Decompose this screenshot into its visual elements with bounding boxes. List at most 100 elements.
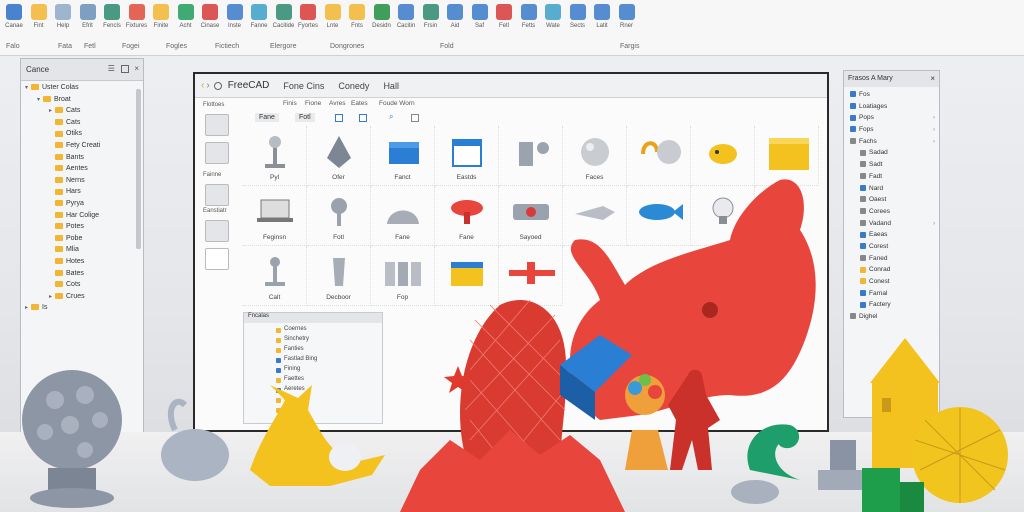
- property-row[interactable]: Aeretes: [244, 386, 382, 396]
- ribbon-button-3[interactable]: Efrit: [76, 4, 100, 36]
- ribbon-button-20[interactable]: Fetl: [492, 4, 516, 36]
- chevron-right-icon[interactable]: ›: [933, 221, 935, 227]
- right-panel-item[interactable]: Fachs ›: [844, 138, 939, 150]
- right-panel-item[interactable]: Fadt: [844, 173, 939, 185]
- property-row[interactable]: Fes: [244, 406, 382, 416]
- property-row[interactable]: Fastlad Bing: [244, 356, 382, 366]
- tree-item[interactable]: Bants: [21, 154, 143, 166]
- ribbon-button-10[interactable]: Fanne: [247, 4, 271, 36]
- ribbon-button-12[interactable]: Fyortes: [296, 4, 320, 36]
- ribbon-button-11[interactable]: Cacitide: [272, 4, 296, 36]
- chevron-right-icon[interactable]: ›: [933, 127, 935, 133]
- property-row[interactable]: Sinchetry: [244, 336, 382, 346]
- tree-item[interactable]: Otiks: [21, 130, 143, 142]
- property-row[interactable]: Fes: [244, 396, 382, 406]
- tree-item[interactable]: Fety Creati: [21, 142, 143, 154]
- toolbar-item-3[interactable]: Eates: [351, 100, 368, 107]
- right-panel-item[interactable]: Corees: [844, 208, 939, 220]
- right-panel-item[interactable]: Nard: [844, 185, 939, 197]
- toolbar-item-4[interactable]: Foude Worn: [379, 100, 415, 107]
- right-panel-item[interactable]: Loatiages: [844, 103, 939, 115]
- tab-1[interactable]: Fotl: [295, 113, 315, 122]
- right-panel-item[interactable]: Vadand ›: [844, 220, 939, 232]
- ribbon-button-19[interactable]: Saf: [468, 4, 492, 36]
- tab-icon-0[interactable]: [335, 114, 343, 122]
- tree-item[interactable]: Mlia: [21, 246, 143, 258]
- part-tile[interactable]: Pyl: [243, 126, 307, 186]
- tree-item[interactable]: ▾ Uster Colas: [21, 84, 143, 96]
- tree-item[interactable]: Aentes: [21, 165, 143, 177]
- tree-item[interactable]: ▸ Cats: [21, 107, 143, 119]
- right-panel-item[interactable]: Oaest: [844, 196, 939, 208]
- toolbar-item-0[interactable]: Finis: [283, 100, 297, 107]
- ribbon-button-16[interactable]: Cacitin: [394, 4, 418, 36]
- close-icon[interactable]: ×: [930, 74, 935, 83]
- tree-item[interactable]: Pobe: [21, 235, 143, 247]
- ribbon-button-18[interactable]: Aid: [443, 4, 467, 36]
- ribbon-button-0[interactable]: Canae: [2, 4, 26, 36]
- part-tile[interactable]: Decboor: [307, 246, 371, 306]
- ribbon-button-15[interactable]: Desidn: [370, 4, 394, 36]
- right-panel-item[interactable]: Faned: [844, 255, 939, 267]
- tree-item[interactable]: Hotes: [21, 258, 143, 270]
- ribbon-button-1[interactable]: Fint: [27, 4, 51, 36]
- tab-0[interactable]: Fane: [255, 113, 279, 122]
- right-panel-item[interactable]: Fos: [844, 91, 939, 103]
- right-panel-item[interactable]: Pops ›: [844, 114, 939, 126]
- part-tile[interactable]: Eastds: [435, 126, 499, 186]
- right-panel-item[interactable]: Fops ›: [844, 126, 939, 138]
- part-tile[interactable]: Fane: [435, 186, 499, 246]
- tree-item[interactable]: Har Colige: [21, 212, 143, 224]
- property-row[interactable]: Faettes: [244, 376, 382, 386]
- right-panel-item[interactable]: Sadt: [844, 161, 939, 173]
- ribbon-button-24[interactable]: Latit: [590, 4, 614, 36]
- view-icon[interactable]: [121, 64, 130, 73]
- right-panel-item[interactable]: Factery: [844, 301, 939, 313]
- search-icon[interactable]: ⌕: [389, 112, 393, 122]
- list-icon[interactable]: ☰: [108, 64, 115, 73]
- tree-item[interactable]: Bates: [21, 270, 143, 282]
- forward-icon[interactable]: ›: [206, 80, 209, 91]
- toolbar-item-2[interactable]: Avres: [329, 100, 346, 107]
- ribbon-button-25[interactable]: Rner: [615, 4, 639, 36]
- side-tool-button-2[interactable]: [205, 142, 229, 164]
- tree-item[interactable]: ▸ Crues: [21, 293, 143, 305]
- part-tile[interactable]: [499, 246, 563, 306]
- part-tile[interactable]: Fanct: [371, 126, 435, 186]
- side-tool-button-3[interactable]: [205, 184, 229, 206]
- property-row[interactable]: Coernes: [244, 326, 382, 336]
- menu-item-2[interactable]: Hall: [383, 81, 399, 91]
- tree-item[interactable]: Hars: [21, 188, 143, 200]
- side-tool-button-1[interactable]: [205, 114, 229, 136]
- ribbon-button-21[interactable]: Fetts: [517, 4, 541, 36]
- ribbon-button-14[interactable]: Fnts: [345, 4, 369, 36]
- part-tile[interactable]: Fop: [371, 246, 435, 306]
- part-tile[interactable]: [627, 126, 691, 186]
- chevron-right-icon[interactable]: ›: [933, 139, 935, 145]
- ribbon-button-13[interactable]: Lnte: [321, 4, 345, 36]
- tree-item[interactable]: Cats: [21, 119, 143, 131]
- part-tile[interactable]: [499, 126, 563, 186]
- ribbon-button-6[interactable]: Finite: [149, 4, 173, 36]
- right-panel-item[interactable]: Sadad: [844, 149, 939, 161]
- part-tile[interactable]: Faces: [563, 126, 627, 186]
- ribbon-button-9[interactable]: Inste: [223, 4, 247, 36]
- tree-item[interactable]: ▸ Is: [21, 304, 143, 316]
- toolbar-item-1[interactable]: Fione: [305, 100, 321, 107]
- part-tile[interactable]: Fotl: [307, 186, 371, 246]
- side-tool-button-5[interactable]: [205, 248, 229, 270]
- part-tile[interactable]: [691, 126, 755, 186]
- tree-item[interactable]: Nerns: [21, 177, 143, 189]
- ribbon-button-2[interactable]: Help: [51, 4, 75, 36]
- part-tile[interactable]: [755, 126, 819, 186]
- ribbon-button-8[interactable]: Cinase: [198, 4, 222, 36]
- part-tile[interactable]: Ofer: [307, 126, 371, 186]
- ribbon-button-23[interactable]: Sects: [566, 4, 590, 36]
- ribbon-button-7[interactable]: Acht: [174, 4, 198, 36]
- tree-item[interactable]: ▾ Broat: [21, 96, 143, 108]
- menu-item-1[interactable]: Conedy: [338, 81, 369, 91]
- ribbon-button-5[interactable]: Fixtures: [125, 4, 149, 36]
- tree-scrollbar[interactable]: [136, 89, 141, 249]
- part-tile[interactable]: Fane: [371, 186, 435, 246]
- side-tool-button-4[interactable]: [205, 220, 229, 242]
